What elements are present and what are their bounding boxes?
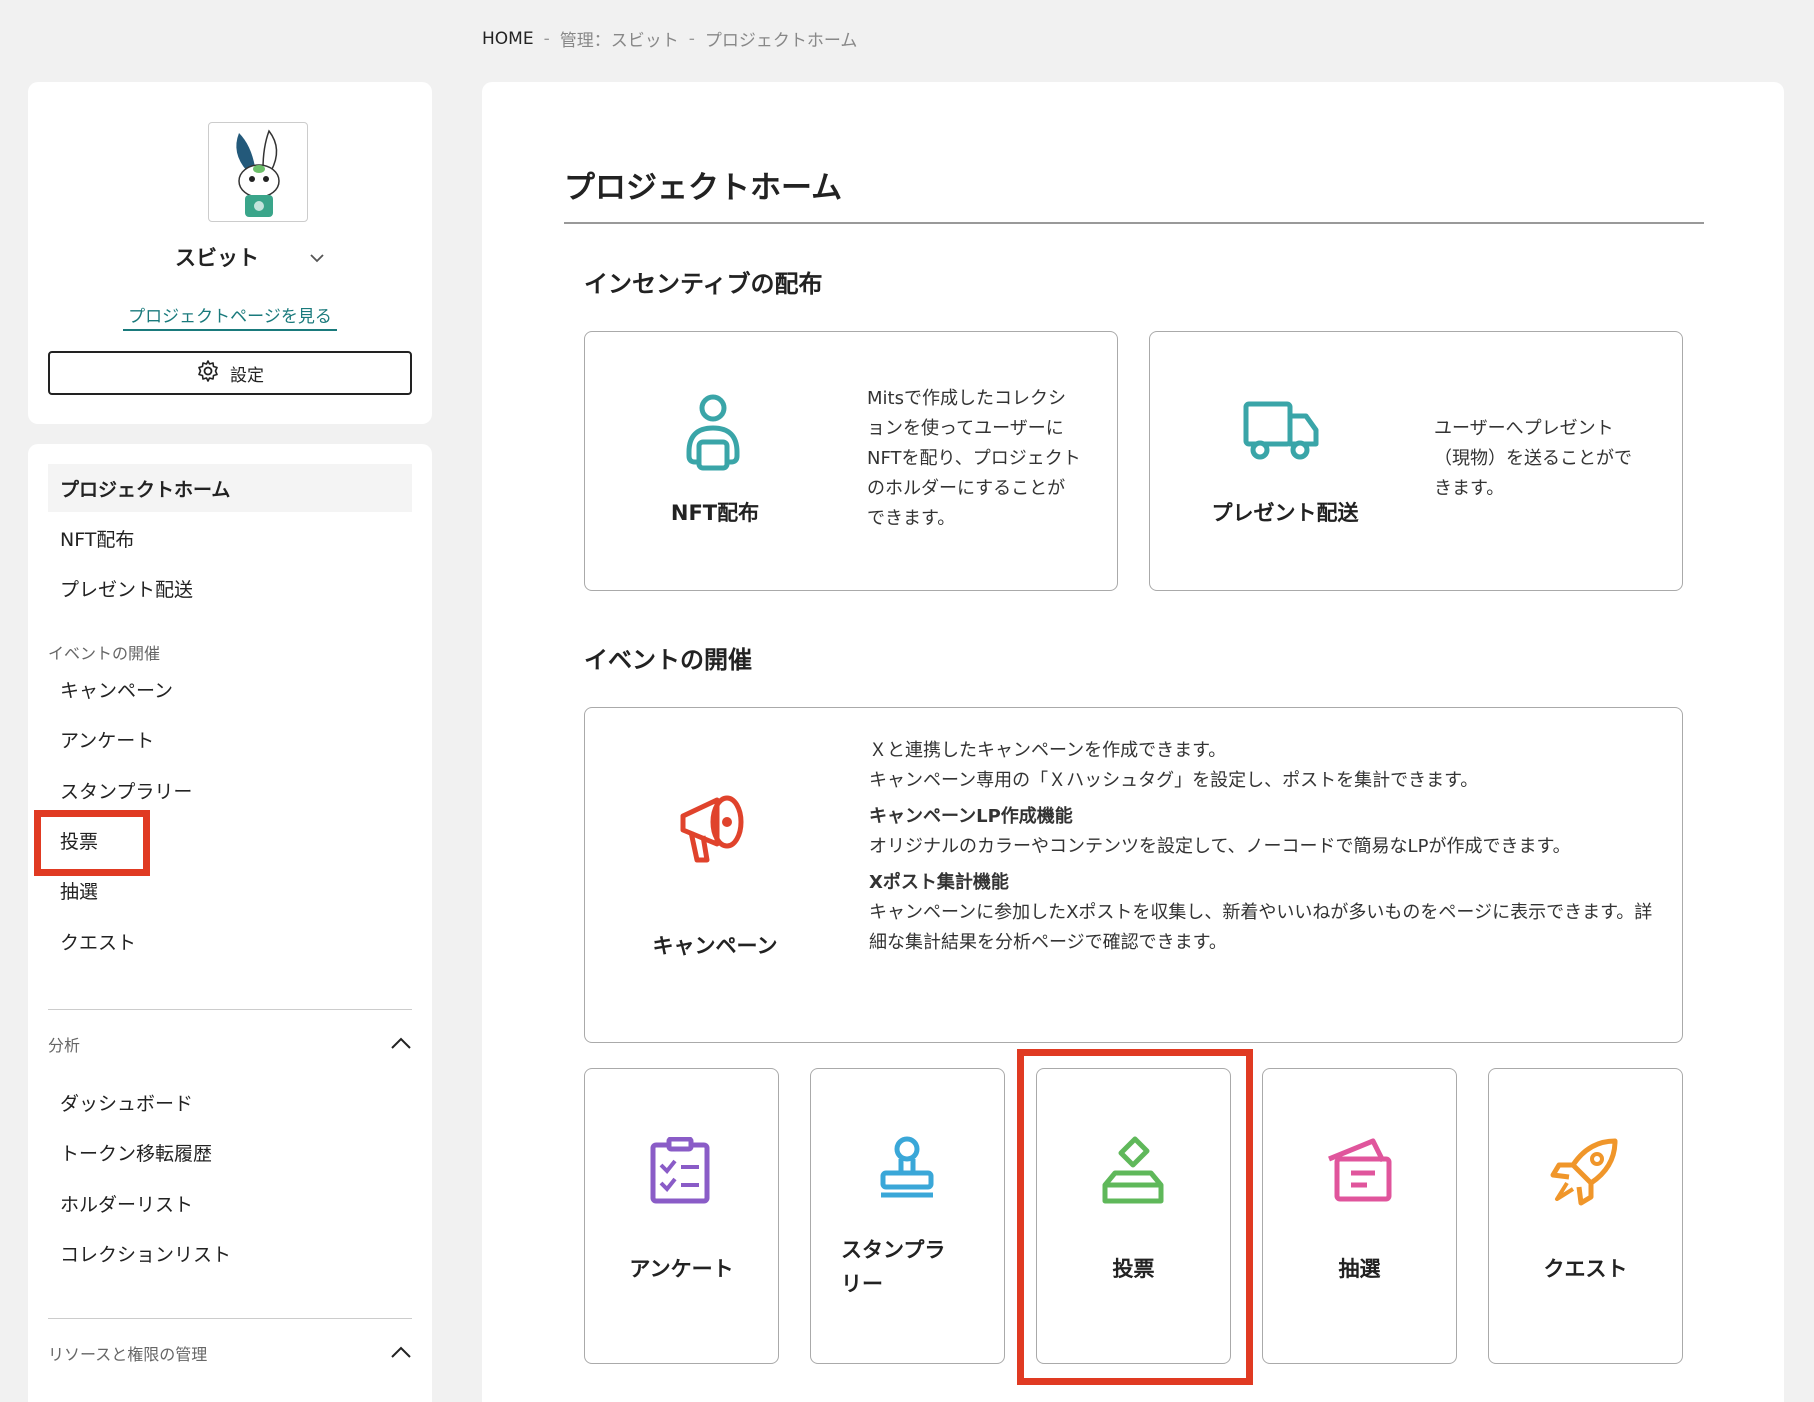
sidebar-nav: プロジェクトホーム NFT配布 プレゼント配送 イベントの開催 キャンペーン ア… [28, 444, 432, 1402]
sidebar-section-analysis[interactable]: 分析 [48, 1032, 412, 1056]
campaign-card-description: Ｘと連携したキャンペーンを作成できます。 キャンペーン専用の「Ｘハッシュタグ」を… [869, 736, 1659, 958]
title-divider [564, 222, 1704, 224]
sidebar-item-project-home[interactable]: プロジェクトホーム [48, 464, 412, 512]
nft-card-title: NFT配布 [670, 501, 760, 525]
campaign-lp-feature-desc: オリジナルのカラーやコンテンツを設定して、ノーコードで簡易なLPが作成できます。 [869, 836, 1571, 857]
campaign-card-title: キャンペーン [652, 934, 778, 958]
campaign-xpost-feature-title: Xポスト集計機能 [869, 872, 1009, 893]
sidebar-section-resources[interactable]: リソースと権限の管理 [48, 1341, 412, 1365]
chevron-up-icon [390, 1344, 412, 1363]
view-project-page-link[interactable]: プロジェクトページを見る [123, 302, 337, 331]
truck-icon [1242, 400, 1320, 466]
nft-card-description: Mitsで作成したコレクションを使ってユーザーにNFTを配り、プロジェクトのホル… [867, 388, 1081, 529]
sidebar-item-survey[interactable]: アンケート [48, 715, 412, 763]
rocket-icon [1549, 1135, 1621, 1211]
quest-card[interactable]: クエスト [1488, 1068, 1683, 1364]
campaign-desc-line: キャンペーン専用の「Ｘハッシュタグ」を設定し、ポストを集計できます。 [869, 770, 1479, 791]
project-profile-card: スビット プロジェクトページを見る 設定 [28, 82, 432, 424]
survey-card-title: アンケート [629, 1257, 734, 1281]
project-avatar [208, 122, 308, 222]
vote-card[interactable]: 投票 [1036, 1068, 1231, 1364]
lottery-card[interactable]: 抽選 [1262, 1068, 1457, 1364]
stamp-rally-card-title: スタンプラリー [841, 1238, 946, 1296]
nft-distribution-card[interactable]: NFT配布 Mitsで作成したコレクションを使ってユーザーにNFTを配り、プロジ… [584, 331, 1118, 591]
sidebar-item-lottery[interactable]: 抽選 [48, 866, 412, 914]
sidebar-section-analysis-label: 分析 [48, 1036, 81, 1055]
campaign-card[interactable]: キャンペーン Ｘと連携したキャンペーンを作成できます。 キャンペーン専用の「Ｘハ… [584, 707, 1683, 1043]
sidebar-item-holder-list[interactable]: ホルダーリスト [48, 1179, 412, 1227]
campaign-desc-line: Ｘと連携したキャンペーンを作成できます。 [869, 740, 1227, 761]
breadcrumb-separator: - [543, 28, 550, 49]
incentive-section-title: インセンティブの配布 [584, 270, 823, 298]
quest-card-title: クエスト [1543, 1257, 1628, 1281]
user-icon [681, 394, 745, 476]
sidebar-item-quest[interactable]: クエスト [48, 917, 412, 965]
lottery-ticket-icon [1323, 1135, 1395, 1209]
breadcrumb: HOME - 管理：スビット - プロジェクトホーム [482, 26, 858, 52]
breadcrumb-home[interactable]: HOME [482, 29, 534, 49]
present-card-title: プレゼント配送 [1211, 501, 1359, 525]
sidebar-item-stamp-rally[interactable]: スタンプラリー [48, 766, 412, 814]
lottery-card-title: 抽選 [1338, 1257, 1381, 1281]
project-name: スビット [175, 246, 259, 270]
vote-card-title: 投票 [1112, 1257, 1155, 1281]
present-delivery-card[interactable]: プレゼント配送 ユーザーへプレゼント（現物）を送ることができます。 [1149, 331, 1683, 591]
settings-button-label: 設定 [230, 365, 264, 386]
megaphone-icon [675, 788, 751, 872]
sidebar-section-events: イベントの開催 [48, 644, 161, 663]
main-content: プロジェクトホーム インセンティブの配布 NFT配布 Mitsで作成したコレクシ… [482, 82, 1784, 1402]
event-section-title: イベントの開催 [584, 646, 752, 674]
project-selector[interactable]: スビット [28, 242, 432, 272]
sidebar-item-present[interactable]: プレゼント配送 [48, 564, 412, 612]
sidebar-item-collection-list[interactable]: コレクションリスト [48, 1229, 412, 1277]
sidebar-item-nft[interactable]: NFT配布 [48, 514, 412, 562]
page-title: プロジェクトホーム [564, 170, 843, 206]
breadcrumb-separator: - [688, 28, 695, 49]
sidebar-section-resources-label: リソースと権限の管理 [48, 1345, 208, 1364]
sidebar-item-token-history[interactable]: トークン移転履歴 [48, 1128, 412, 1176]
sidebar-divider [48, 1009, 412, 1010]
breadcrumb-current: プロジェクトホーム [704, 31, 858, 51]
survey-card[interactable]: アンケート [584, 1068, 779, 1364]
chevron-up-icon [390, 1035, 412, 1054]
present-card-description: ユーザーへプレゼント（現物）を送ることができます。 [1434, 418, 1632, 499]
breadcrumb-admin[interactable]: 管理：スビット [560, 26, 679, 51]
sidebar-item-vote[interactable]: 投票 [48, 816, 412, 864]
settings-button[interactable]: 設定 [48, 351, 412, 395]
campaign-lp-feature-title: キャンペーンLP作成機能 [869, 806, 1073, 827]
stamp-icon [877, 1135, 937, 1209]
ballot-box-icon [1101, 1135, 1165, 1209]
chevron-down-icon [309, 248, 325, 267]
rabbit-mascot-icon [236, 129, 280, 217]
sidebar-item-dashboard[interactable]: ダッシュボード [48, 1078, 412, 1126]
sidebar-item-campaign[interactable]: キャンペーン [48, 665, 412, 713]
gear-icon [196, 359, 220, 388]
stamp-rally-card[interactable]: スタンプラリー [810, 1068, 1005, 1364]
clipboard-check-icon [649, 1136, 711, 1209]
campaign-xpost-feature-desc: キャンペーンに参加したXポストを収集し、新着やいいねが多いものをページに表示でき… [869, 902, 1653, 953]
sidebar-divider [48, 1318, 412, 1319]
